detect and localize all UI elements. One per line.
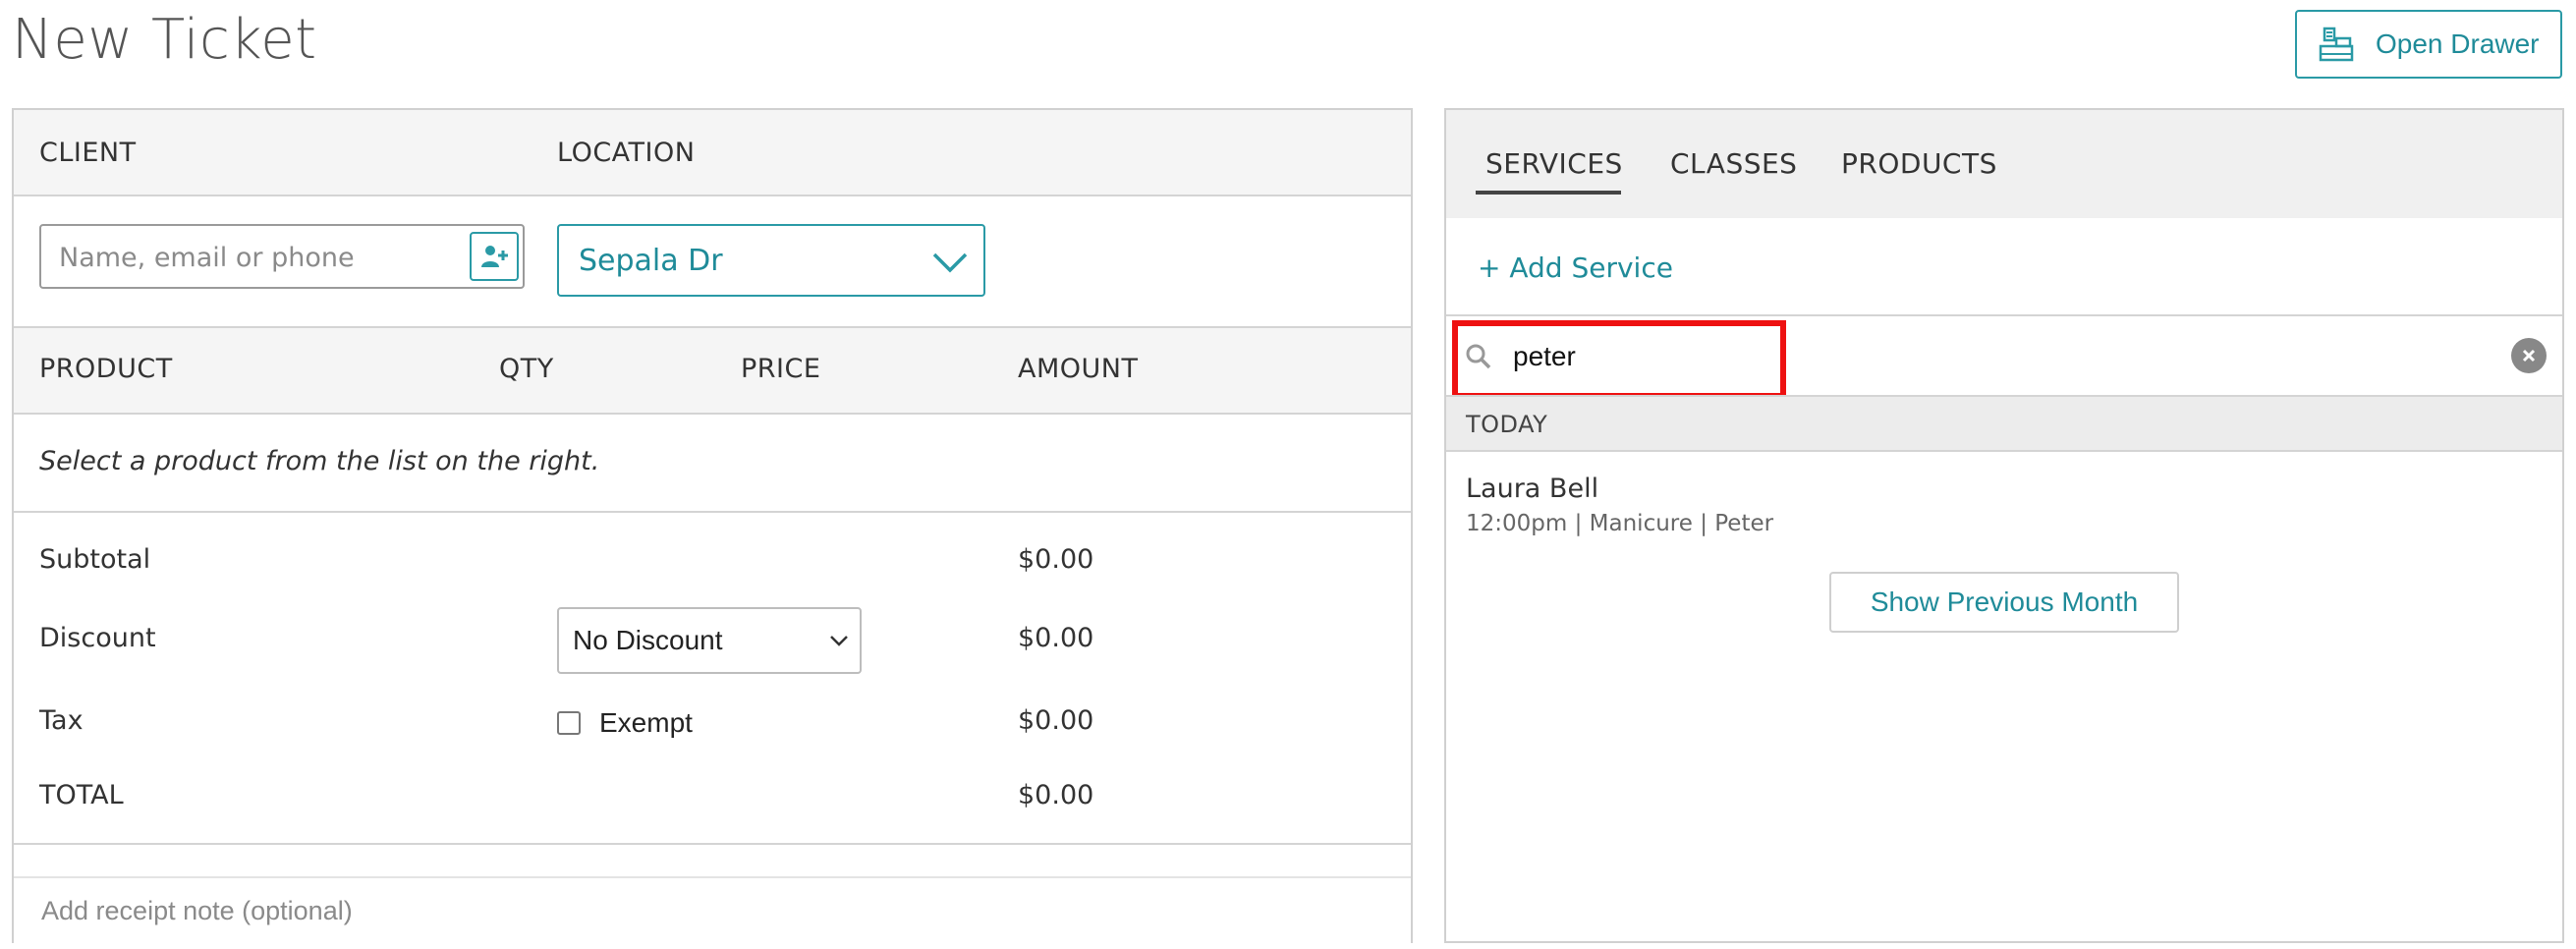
location-value: Sepala Dr	[579, 243, 723, 278]
tab-products[interactable]: PRODUCTS	[1841, 147, 1997, 180]
discount-select[interactable]: No Discount	[557, 607, 862, 674]
ticket-panel: CLIENT LOCATION Sepala Dr PRODUCT QTY PR…	[12, 108, 1413, 943]
tab-services[interactable]: SERVICES	[1485, 147, 1623, 180]
column-price: PRICE	[741, 354, 821, 384]
add-client-button[interactable]	[470, 232, 519, 281]
total-value: $0.00	[1018, 780, 1094, 810]
column-amount: AMOUNT	[1018, 354, 1139, 384]
client-search-field	[39, 224, 525, 289]
show-previous-month-label: Show Previous Month	[1870, 586, 2139, 617]
appointment-client: Laura Bell	[1466, 474, 1599, 504]
product-table-header: PRODUCT QTY PRICE AMOUNT	[14, 326, 1411, 415]
tax-value: $0.00	[1018, 705, 1094, 736]
catalog-panel: SERVICES CLASSES PRODUCTS + Add Service …	[1444, 108, 2564, 943]
client-search-input[interactable]	[57, 238, 454, 277]
clear-search-icon[interactable]	[2511, 338, 2547, 373]
tax-label: Tax	[39, 705, 84, 736]
active-tab-indicator	[1476, 191, 1621, 195]
today-section-header: TODAY	[1446, 395, 2562, 452]
discount-option: No Discount	[573, 625, 723, 655]
subtotal-label: Subtotal	[39, 544, 151, 575]
chevron-down-icon	[932, 252, 968, 273]
total-label: TOTAL	[39, 780, 124, 810]
page-title: New Ticket	[12, 8, 317, 72]
add-user-icon	[481, 246, 508, 267]
client-header: CLIENT	[39, 138, 137, 168]
location-select[interactable]: Sepala Dr	[557, 224, 985, 297]
today-label: TODAY	[1466, 411, 1548, 438]
column-product: PRODUCT	[39, 354, 173, 384]
subtotal-value: $0.00	[1018, 544, 1094, 575]
chevron-down-icon	[830, 636, 848, 646]
catalog-tabs: SERVICES CLASSES PRODUCTS	[1446, 110, 2562, 218]
close-icon	[2522, 349, 2536, 363]
discount-label: Discount	[39, 623, 156, 653]
open-drawer-label: Open Drawer	[2376, 28, 2540, 59]
service-search-row	[1446, 314, 2562, 399]
appointment-details: 12:00pm | Manicure | Peter	[1466, 511, 1774, 536]
tax-exempt-checkbox[interactable]	[557, 711, 581, 735]
empty-products-hint: Select a product from the list on the ri…	[39, 446, 600, 476]
receipt-note-row	[14, 876, 1411, 943]
divider	[14, 511, 1411, 513]
discount-value: $0.00	[1018, 623, 1094, 653]
search-highlight-box	[1452, 320, 1786, 399]
cash-register-icon	[2319, 27, 2354, 62]
divider	[14, 843, 1411, 845]
open-drawer-button[interactable]: Open Drawer	[2295, 10, 2562, 79]
client-location-header: CLIENT LOCATION	[14, 110, 1411, 196]
add-service-link[interactable]: + Add Service	[1478, 251, 1673, 284]
show-previous-month-button[interactable]: Show Previous Month	[1829, 572, 2179, 633]
receipt-note-input[interactable]	[39, 892, 927, 929]
location-header: LOCATION	[557, 138, 696, 168]
tax-exempt-label: Exempt	[599, 707, 693, 738]
column-qty: QTY	[499, 354, 554, 384]
tab-classes[interactable]: CLASSES	[1670, 147, 1797, 180]
